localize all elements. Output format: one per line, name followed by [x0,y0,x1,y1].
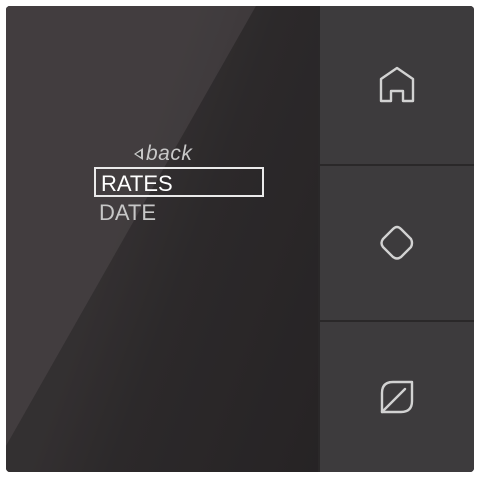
center-button[interactable] [320,166,474,320]
home-icon [379,66,415,103]
thermostat-device: back RATES DATE [6,6,474,472]
menu-item-date[interactable]: DATE [94,198,156,228]
back-button[interactable]: back [134,142,192,166]
home-button[interactable] [320,6,474,164]
glass-reflection [6,6,318,472]
menu-item-rates[interactable]: RATES [94,167,264,197]
display-screen: back RATES DATE [6,6,318,472]
diamond-icon [380,225,414,260]
back-label: back [146,142,193,165]
eco-button[interactable] [320,322,474,472]
leaf-icon [380,380,414,414]
back-arrow-icon [134,148,143,160]
